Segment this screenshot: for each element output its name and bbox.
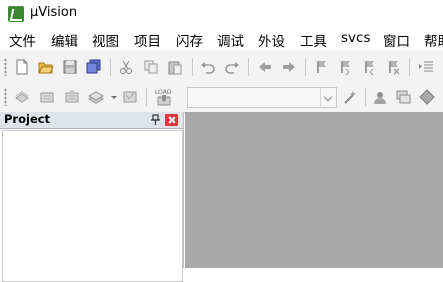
clear-bookmarks-icon[interactable]	[385, 59, 401, 75]
save-all-icon[interactable]	[86, 59, 102, 75]
target-options-icon[interactable]	[343, 89, 359, 105]
toolbar-separator	[146, 88, 147, 106]
navigate-back-icon[interactable]	[257, 59, 273, 75]
undo-icon[interactable]	[200, 59, 216, 75]
manage-components-icon[interactable]	[372, 89, 388, 105]
open-file-icon[interactable]	[38, 59, 54, 75]
menu-project[interactable]: 项目	[134, 30, 161, 50]
project-panel: Project	[0, 112, 184, 282]
toolbar-separator	[110, 58, 111, 76]
project-panel-header: Project	[0, 112, 183, 129]
copy-icon[interactable]	[143, 59, 159, 75]
menu-view[interactable]: 视图	[92, 30, 119, 50]
menu-flash[interactable]: 闪存	[176, 30, 203, 50]
dropdown-arrow-icon[interactable]	[106, 89, 117, 105]
indent-icon[interactable]	[418, 59, 434, 75]
pin-icon[interactable]	[150, 114, 161, 126]
stop-build-icon[interactable]	[122, 89, 138, 105]
title-bar: µVision	[0, 0, 443, 27]
redo-icon[interactable]	[224, 59, 240, 75]
menu-file[interactable]: 文件	[9, 30, 36, 50]
toolbar-separator	[365, 88, 366, 106]
menu-svcs[interactable]: svcs	[341, 30, 370, 46]
toolbar-separator	[192, 58, 193, 76]
build-toolbar: LOAD	[0, 82, 443, 113]
download-icon[interactable]: LOAD	[154, 87, 174, 107]
menu-tools[interactable]: 工具	[300, 30, 327, 50]
save-icon[interactable]	[62, 59, 78, 75]
close-panel-button[interactable]	[165, 114, 178, 126]
load-label: LOAD	[155, 89, 172, 96]
toolbar-separator	[409, 58, 410, 76]
menu-window[interactable]: 窗口	[383, 30, 410, 50]
prev-bookmark-icon[interactable]	[337, 59, 353, 75]
window-title: µVision	[30, 5, 78, 20]
build-icon[interactable]	[39, 89, 55, 105]
bookmark-icon[interactable]	[313, 59, 329, 75]
translate-icon[interactable]	[14, 89, 30, 105]
project-panel-title: Project	[4, 112, 51, 126]
menu-edit[interactable]: 编辑	[51, 30, 78, 50]
menu-peripherals[interactable]: 外设	[258, 30, 285, 50]
menu-bar: 文件 编辑 视图 项目 闪存 调试 外设 工具 svcs 窗口 帮助	[0, 27, 443, 52]
navigate-forward-icon[interactable]	[281, 59, 297, 75]
paste-icon[interactable]	[167, 59, 183, 75]
file-extensions-icon[interactable]	[395, 89, 411, 105]
editor-area[interactable]	[185, 112, 443, 268]
menu-help[interactable]: 帮助	[424, 30, 443, 50]
next-bookmark-icon[interactable]	[361, 59, 377, 75]
menu-debug[interactable]: 调试	[217, 30, 244, 50]
toolbar-grip[interactable]	[4, 58, 7, 76]
toolbar-grip[interactable]	[4, 88, 7, 106]
uvision-logo-icon	[8, 6, 24, 22]
rebuild-icon[interactable]	[64, 89, 80, 105]
select-packs-icon[interactable]	[419, 89, 435, 105]
toolbar-separator	[248, 58, 249, 76]
target-select[interactable]	[187, 87, 337, 108]
new-file-icon[interactable]	[14, 59, 30, 75]
batch-build-icon[interactable]	[88, 89, 104, 105]
chevron-down-icon[interactable]	[320, 88, 336, 107]
project-tree[interactable]	[2, 130, 183, 282]
file-toolbar	[0, 52, 443, 83]
toolbar-separator	[305, 58, 306, 76]
cut-icon[interactable]	[118, 59, 134, 75]
